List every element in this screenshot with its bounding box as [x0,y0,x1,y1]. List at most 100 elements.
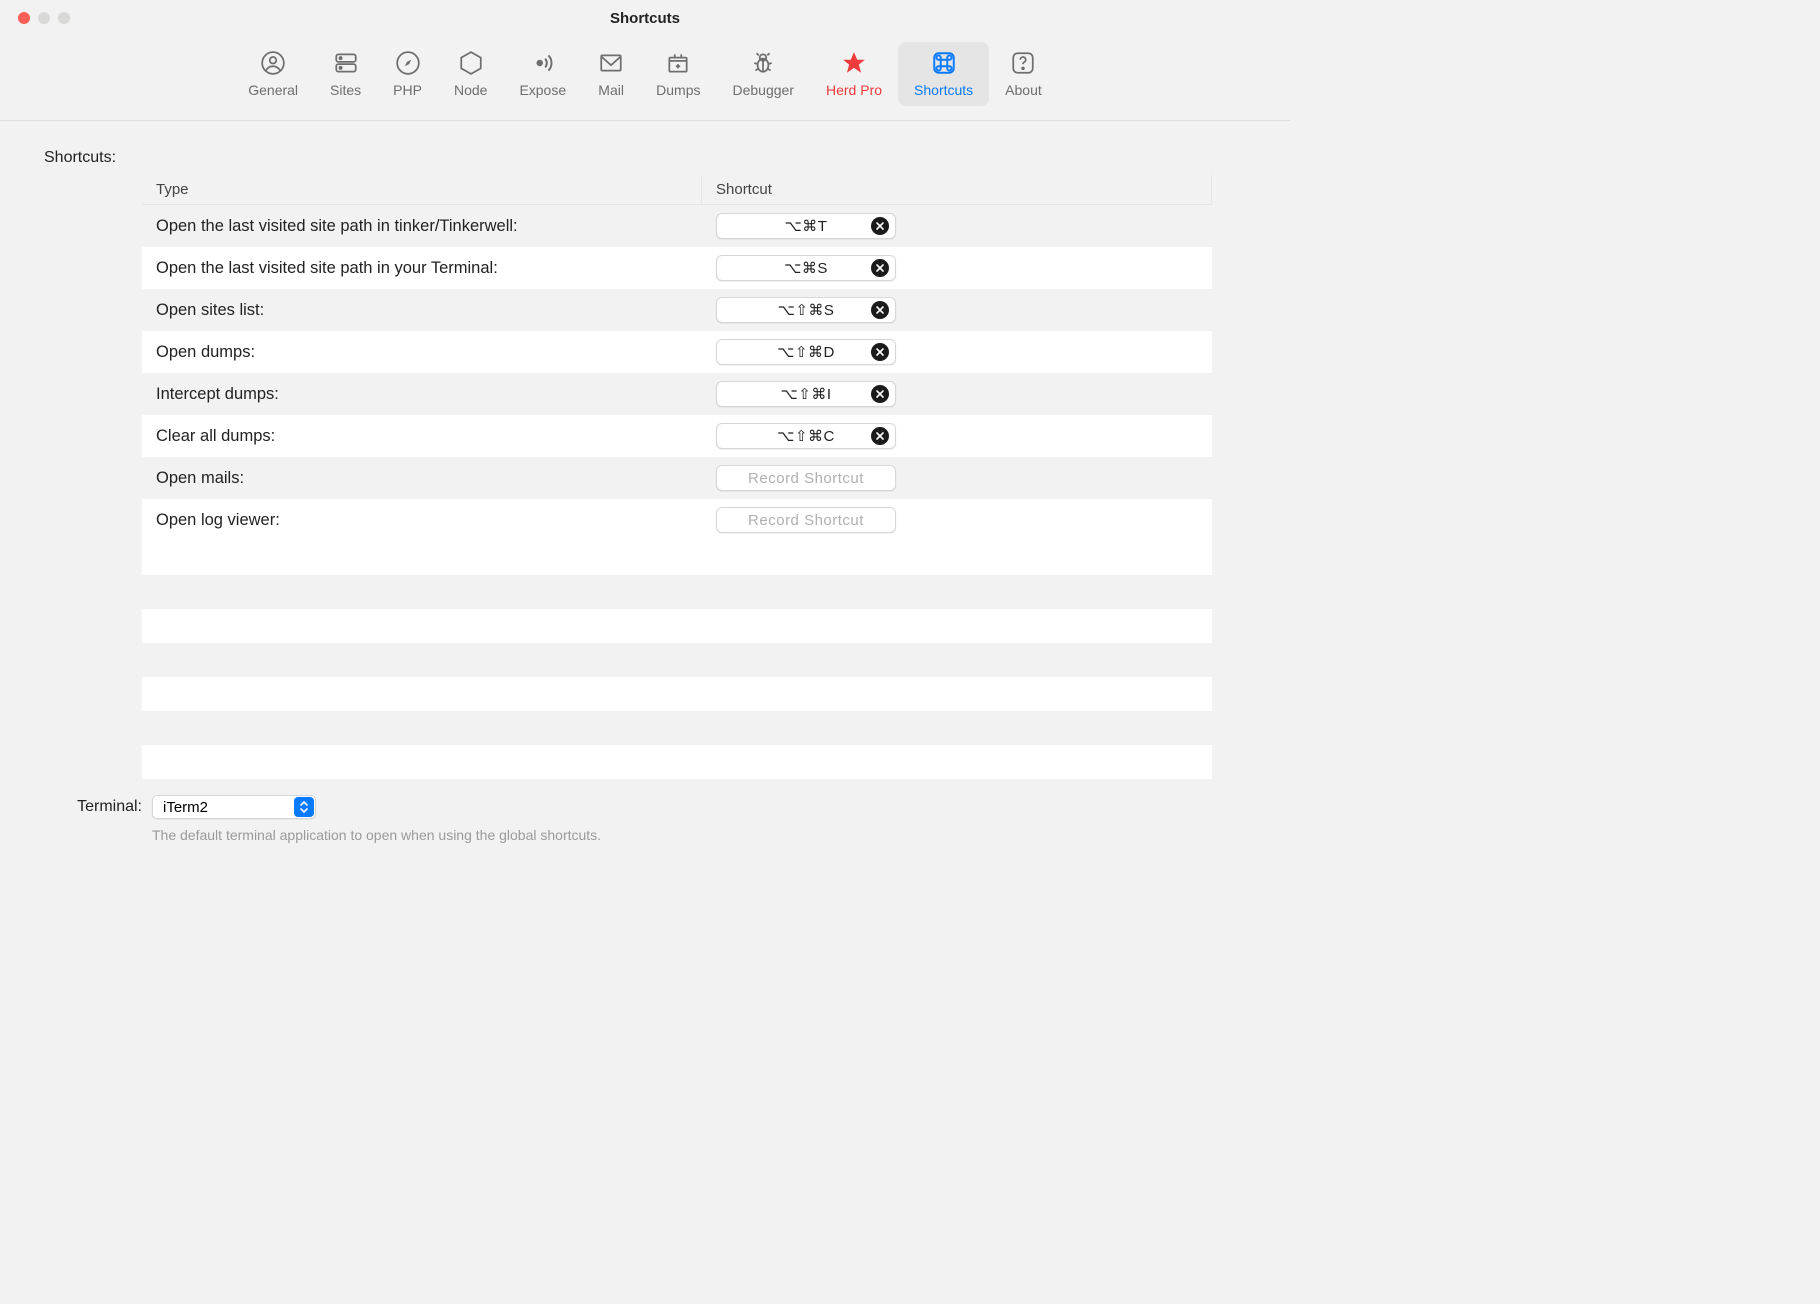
traffic-lights [18,12,70,24]
zoom-window-button[interactable] [58,12,70,24]
shortcut-cell: ⌥⇧⌘S [702,297,1212,323]
shortcut-type-label: Open log viewer: [142,511,702,530]
shortcut-type-label: Open mails: [142,469,702,488]
shortcut-value: ⌥⌘S [784,259,828,277]
clear-shortcut-button[interactable] [871,259,889,277]
shortcut-type-label: Clear all dumps: [142,427,702,446]
toolbar-item-herd-pro[interactable]: Herd Pro [810,42,898,106]
clear-shortcut-button[interactable] [871,301,889,319]
empty-row [142,541,1212,575]
toolbar-label: Mail [598,82,624,98]
empty-rows [142,541,1212,779]
toolbar-item-about[interactable]: About [989,42,1058,106]
content-area: Shortcuts: Type Shortcut Open the last v… [0,121,1290,843]
shortcut-recorder[interactable]: ⌥⇧⌘D [716,339,896,365]
shortcut-recorder[interactable]: ⌥⌘S [716,255,896,281]
empty-row [142,575,1212,609]
table-row[interactable]: Open the last visited site path in tinke… [142,205,1212,247]
broadcast-icon [530,50,556,76]
toolbar-label: About [1005,82,1042,98]
shortcut-recorder[interactable]: ⌥⇧⌘S [716,297,896,323]
shortcut-value: ⌥⇧⌘C [777,427,835,445]
toolbar-item-shortcuts[interactable]: Shortcuts [898,42,989,106]
toolbar-item-dumps[interactable]: Dumps [640,42,716,106]
x-icon [875,347,885,357]
shortcut-cell: ⌥⌘T [702,213,1212,239]
shortcut-recorder[interactable]: Record Shortcut [716,465,896,491]
shortcut-recorder[interactable]: ⌥⌘T [716,213,896,239]
terminal-select[interactable]: iTerm2 [152,795,316,819]
shortcut-type-label: Intercept dumps: [142,385,702,404]
table-row[interactable]: Clear all dumps: ⌥⇧⌘C [142,415,1212,457]
toolbar-label: Sites [330,82,361,98]
toolbar-item-general[interactable]: General [232,42,314,106]
table-row[interactable]: Open mails: Record Shortcut [142,457,1212,499]
clear-shortcut-button[interactable] [871,343,889,361]
hexagon-icon [458,50,484,76]
table-header: Type Shortcut [142,175,1212,205]
bug-icon [750,50,776,76]
table-row[interactable]: Open log viewer: Record Shortcut [142,499,1212,541]
shortcut-recorder[interactable]: Record Shortcut [716,507,896,533]
table-row[interactable]: Open sites list: ⌥⇧⌘S [142,289,1212,331]
table-row[interactable]: Open dumps: ⌥⇧⌘D [142,331,1212,373]
table-row[interactable]: Intercept dumps: ⌥⇧⌘I [142,373,1212,415]
empty-row [142,745,1212,779]
minimize-window-button[interactable] [38,12,50,24]
toolbar-label: Shortcuts [914,82,973,98]
close-window-button[interactable] [18,12,30,24]
server-icon [333,50,359,76]
terminal-select-value: iTerm2 [163,799,208,816]
shortcut-value: ⌥⌘T [785,217,828,235]
clear-shortcut-button[interactable] [871,427,889,445]
shortcut-value: ⌥⇧⌘S [778,301,835,319]
question-icon [1010,50,1036,76]
toolbar-label: Herd Pro [826,82,882,98]
shortcut-recorder[interactable]: ⌥⇧⌘I [716,381,896,407]
column-header-type[interactable]: Type [142,175,702,204]
shortcut-type-label: Open sites list: [142,301,702,320]
empty-row [142,643,1212,677]
titlebar: Shortcuts [0,0,1290,36]
shortcut-cell: Record Shortcut [702,507,1212,533]
preferences-toolbar: General Sites PHP Node Expose Mail Dum [0,36,1290,121]
x-icon [875,263,885,273]
star-icon [841,50,867,76]
user-circle-icon [260,50,286,76]
terminal-hint: The default terminal application to open… [152,827,1250,843]
toolbar-item-node[interactable]: Node [438,42,503,106]
shortcut-cell: ⌥⇧⌘I [702,381,1212,407]
toolbar-item-sites[interactable]: Sites [314,42,377,106]
shortcut-value: ⌥⇧⌘I [780,385,831,403]
shortcut-cell: ⌥⇧⌘C [702,423,1212,449]
toolbar-item-expose[interactable]: Expose [503,42,582,106]
section-label-shortcuts: Shortcuts: [44,149,1250,167]
x-icon [875,389,885,399]
shortcuts-table: Type Shortcut Open the last visited site… [142,175,1212,779]
shortcut-value: Record Shortcut [748,470,864,487]
window-title: Shortcuts [610,10,680,27]
command-icon [931,50,957,76]
box-plus-icon [665,50,691,76]
shortcut-value: Record Shortcut [748,512,864,529]
toolbar-item-mail[interactable]: Mail [582,42,640,106]
table-body: Open the last visited site path in tinke… [142,205,1212,541]
clear-shortcut-button[interactable] [871,385,889,403]
toolbar-label: PHP [393,82,422,98]
toolbar-item-php[interactable]: PHP [377,42,438,106]
shortcut-type-label: Open dumps: [142,343,702,362]
x-icon [875,221,885,231]
toolbar-item-debugger[interactable]: Debugger [717,42,811,106]
x-icon [875,305,885,315]
shortcut-value: ⌥⇧⌘D [777,343,835,361]
clear-shortcut-button[interactable] [871,217,889,235]
shortcut-cell: ⌥⇧⌘D [702,339,1212,365]
shortcut-recorder[interactable]: ⌥⇧⌘C [716,423,896,449]
toolbar-label: General [248,82,298,98]
empty-row [142,711,1212,745]
compass-icon [395,50,421,76]
table-row[interactable]: Open the last visited site path in your … [142,247,1212,289]
empty-row [142,609,1212,643]
column-header-shortcut[interactable]: Shortcut [702,175,1212,204]
mail-icon [598,50,624,76]
